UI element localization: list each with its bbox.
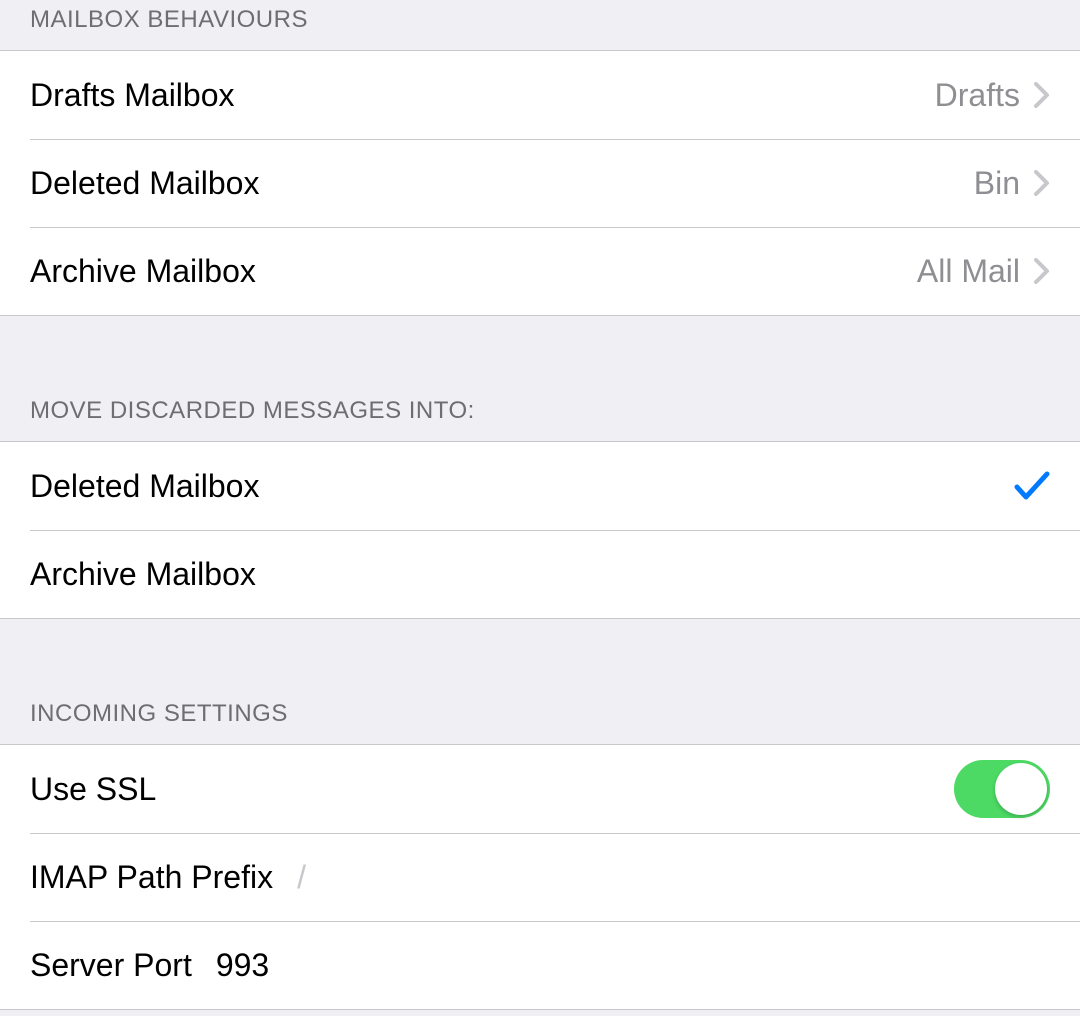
row-server-port[interactable]: Server Port 993 (0, 921, 1080, 1009)
row-label: Use SSL (30, 771, 156, 808)
chevron-right-icon (1034, 170, 1050, 196)
row-label: Deleted Mailbox (30, 165, 259, 202)
row-use-ssl: Use SSL (0, 745, 1080, 833)
section-incoming-settings: Use SSL IMAP Path Prefix / Server Port 9… (0, 744, 1080, 1010)
chevron-right-icon (1034, 82, 1050, 108)
row-value: / (297, 859, 306, 896)
row-label: Archive Mailbox (30, 556, 256, 593)
chevron-right-icon (1034, 258, 1050, 284)
row-label: Archive Mailbox (30, 253, 256, 290)
section-header-mailbox-behaviours: MAILBOX BEHAVIOURS (0, 0, 1080, 50)
row-archive-mailbox[interactable]: Archive Mailbox All Mail (0, 227, 1080, 315)
section-header-incoming-settings: INCOMING SETTINGS (0, 674, 1080, 744)
checkmark-icon (1014, 470, 1050, 502)
row-label: Server Port (30, 947, 192, 984)
row-value: Bin (974, 165, 1020, 202)
row-value: Drafts (935, 77, 1020, 114)
row-option-archive-mailbox[interactable]: Archive Mailbox (0, 530, 1080, 618)
row-label: IMAP Path Prefix (30, 859, 273, 896)
toggle-use-ssl[interactable] (954, 760, 1050, 818)
row-deleted-mailbox[interactable]: Deleted Mailbox Bin (0, 139, 1080, 227)
row-label: Drafts Mailbox (30, 77, 235, 114)
row-option-deleted-mailbox[interactable]: Deleted Mailbox (0, 442, 1080, 530)
row-drafts-mailbox[interactable]: Drafts Mailbox Drafts (0, 51, 1080, 139)
row-value: All Mail (917, 253, 1020, 290)
row-label: Deleted Mailbox (30, 468, 259, 505)
row-value: 993 (216, 947, 269, 984)
section-move-discarded: Deleted Mailbox Archive Mailbox (0, 441, 1080, 619)
section-header-move-discarded: MOVE DISCARDED MESSAGES INTO: (0, 371, 1080, 441)
row-imap-path-prefix[interactable]: IMAP Path Prefix / (0, 833, 1080, 921)
section-mailbox-behaviours: Drafts Mailbox Drafts Deleted Mailbox Bi… (0, 50, 1080, 316)
